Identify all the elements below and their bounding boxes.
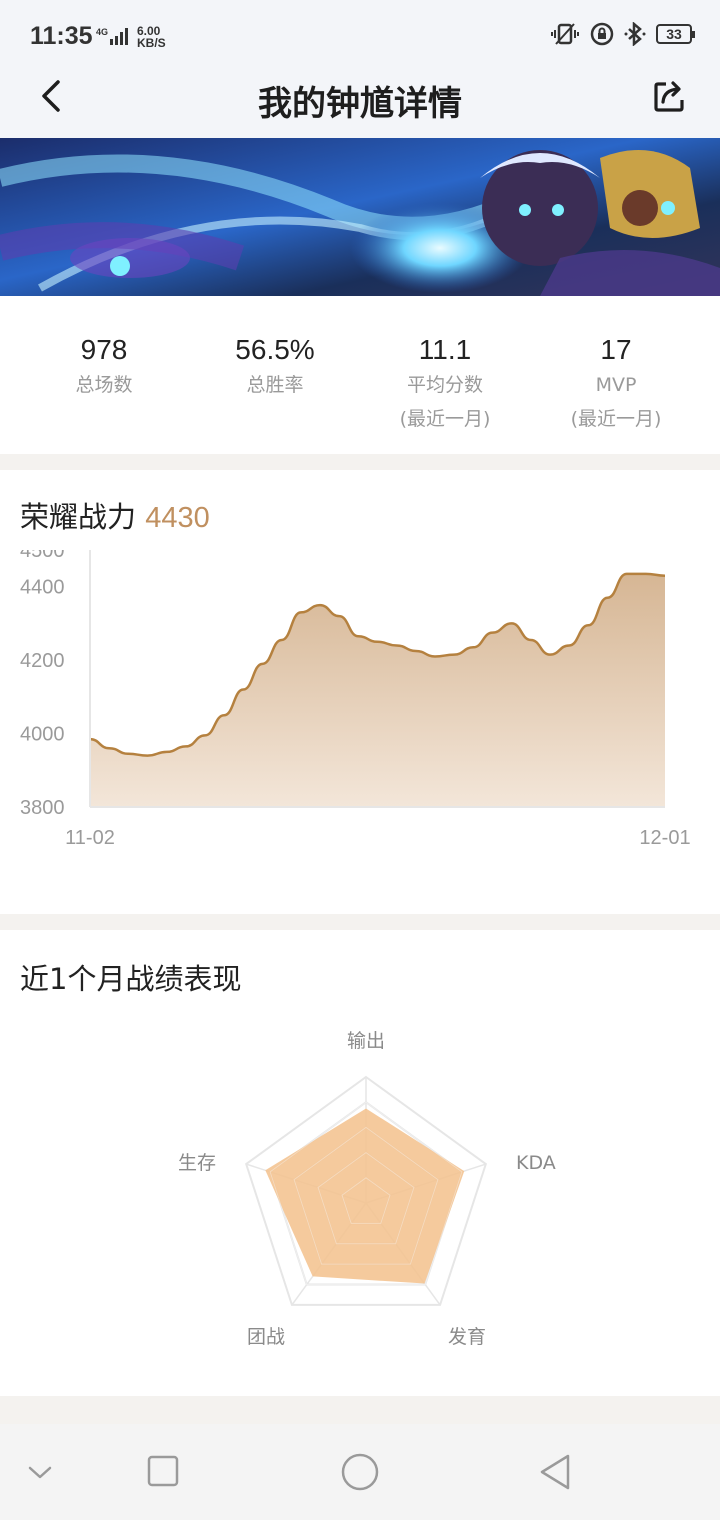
honor-power-card: 荣耀战力 4430 4500 4400 4200 4000 3800 11-02 12-01 xyxy=(0,470,720,914)
home-icon[interactable] xyxy=(339,1451,381,1493)
radar-axis-label: 发育 xyxy=(448,1326,486,1348)
chevron-down-icon[interactable] xyxy=(26,1460,54,1484)
stat-value: 56.5% xyxy=(235,334,315,365)
system-nav-bar xyxy=(0,1424,720,1520)
performance-radar-chart: 输出 KDA 发育 团战 生存 xyxy=(178,1030,556,1348)
y-tick-label: 4000 xyxy=(20,724,65,746)
battery-indicator: 33 xyxy=(656,24,695,44)
signal-icon: 4G xyxy=(96,27,128,45)
stat-label: 平均分数 xyxy=(406,374,483,396)
monthly-performance-card: 近1个月战绩表现 输出 KDA 发育 团战 生存 xyxy=(0,930,720,1396)
lock-rotation-icon xyxy=(590,22,614,46)
svg-text:4G: 4G xyxy=(96,27,108,37)
radar-axis-label: 团战 xyxy=(247,1326,285,1348)
y-tick-label: 4200 xyxy=(20,650,65,672)
network-speed: 6.00 KB/S xyxy=(137,24,166,50)
stat-average-score: 11.1 平均分数 (最近一月) xyxy=(360,332,530,436)
radar-axis-label: 输出 xyxy=(347,1030,385,1052)
card-title: 荣耀战力 4430 xyxy=(20,500,210,534)
y-tick-label: 3800 xyxy=(20,797,65,819)
power-line-chart: 4500 4400 4200 4000 380011-02 12-01 xyxy=(20,550,691,849)
page-title: 我的钟馗详情 xyxy=(258,84,462,124)
stat-label: 总胜率 xyxy=(246,374,304,396)
radar-axis-label: KDA xyxy=(516,1152,556,1174)
stat-label: 总场数 xyxy=(75,374,133,396)
status-icons: 33 xyxy=(550,22,695,46)
card-title: 近1个月战绩表现 xyxy=(20,962,242,996)
stat-total-games: 978 总场数 xyxy=(19,332,189,402)
x-tick-label: 12-01 xyxy=(639,827,690,849)
recents-icon[interactable] xyxy=(146,1454,180,1488)
vibrate-icon xyxy=(551,23,579,45)
x-tick-label: 11-02 xyxy=(65,827,115,849)
stats-panel: 978 总场数 56.5% 总胜率 11.1 平均分数 (最近一月) 17 MV… xyxy=(0,296,720,454)
chart-area-fill xyxy=(90,573,665,807)
stat-mvp: 17 MVP (最近一月) xyxy=(531,332,701,436)
y-tick-label: 4500 xyxy=(20,550,65,562)
stat-value: 978 xyxy=(80,334,128,365)
share-icon[interactable] xyxy=(652,78,688,114)
back-icon[interactable] xyxy=(536,1452,576,1492)
stat-label: MVP xyxy=(595,374,637,396)
hero-banner-image xyxy=(0,138,720,296)
stat-value: 11.1 xyxy=(418,334,472,365)
header-bar: 我的钟馗详情 xyxy=(0,64,720,138)
status-bar: 11:35 4G 6.00 KB/S 33 xyxy=(0,0,720,64)
bluetooth-icon xyxy=(624,22,646,46)
y-tick-label: 4400 xyxy=(20,577,65,599)
stat-sublabel: (最近一月) xyxy=(570,408,662,430)
power-value: 4430 xyxy=(145,502,210,534)
stat-sublabel: (最近一月) xyxy=(399,408,491,430)
stat-value: 17 xyxy=(600,334,632,365)
radar-axis-label: 生存 xyxy=(178,1152,216,1174)
stat-win-rate: 56.5% 总胜率 xyxy=(190,332,360,402)
status-time: 11:35 xyxy=(30,22,93,50)
